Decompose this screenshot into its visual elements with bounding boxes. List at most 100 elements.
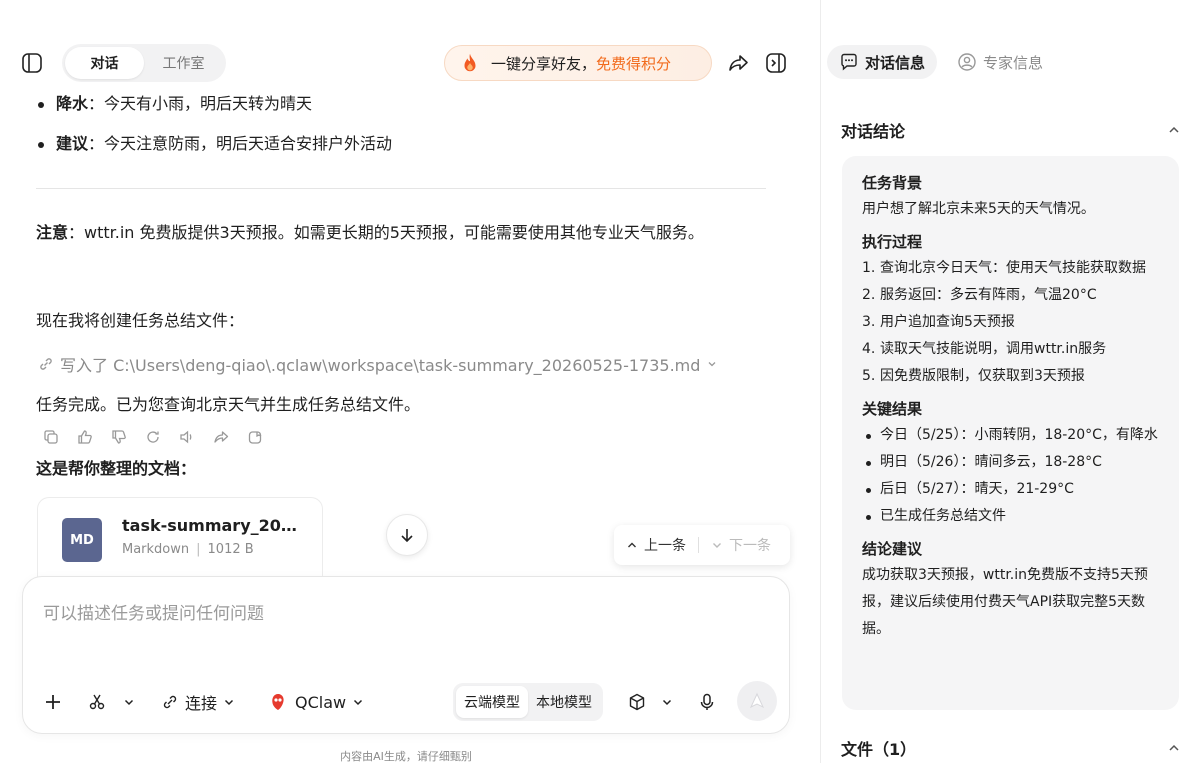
result-item: 今日（5/25）：小雨转阴，18-20°C，有降水 [880, 427, 1158, 443]
process-step: 服务返回：多云有阵雨，气温20°C [880, 287, 1097, 303]
doc-card[interactable]: MD task-summary_20… Markdown | 1012 B [37, 497, 323, 577]
result-item: 已生成任务总结文件 [880, 508, 1006, 524]
docs-title: 这是帮你整理的文档： [36, 459, 197, 478]
share-highlight: 免费得积分 [596, 54, 672, 73]
share-icon[interactable] [724, 49, 752, 77]
background-title: 任务背景 [862, 174, 923, 192]
tool-call-text: 写入了 C:\Users\deng-qiao\.qclaw\workspace\… [60, 356, 701, 375]
message-list: 降水：今天有小雨，明后天转为晴天 建议：今天注意防雨，明后天适合安排户外活动 [36, 90, 766, 160]
qclaw-logo-icon [272, 694, 284, 710]
panel-toggle-icon[interactable] [762, 49, 790, 77]
scroll-to-bottom-button[interactable] [386, 514, 428, 556]
message-actions [42, 428, 264, 446]
scissors-icon [89, 694, 105, 710]
link-icon [40, 358, 52, 370]
list-item: 已生成任务总结文件 [862, 503, 1159, 530]
process-step: 因免费版限制，仅获取到3天预报 [880, 368, 1085, 384]
files-header[interactable]: 文件（1） [841, 736, 1181, 760]
info-panel: 对话信息 专家信息 对话结论 任务背景 用户想了解北京未来5天的天气情况。 执行… [820, 0, 1200, 763]
doc-size: 1012 B [207, 542, 254, 557]
share-banner-button[interactable]: 一键分享好友， 免费得积分 [444, 45, 712, 81]
result-item: 后日（5/27）：晴天，21-29°C [880, 481, 1074, 497]
add-button[interactable] [43, 685, 63, 719]
send-button[interactable] [737, 681, 777, 721]
message-nav: 上一条 下一条 [614, 525, 790, 565]
chevron-down-icon [224, 699, 234, 706]
link-icon [163, 695, 177, 709]
tab-studio[interactable]: 工作室 [144, 47, 223, 79]
info-tabs: 对话信息 专家信息 [827, 45, 1055, 79]
creating-text: 现在我将创建任务总结文件： [36, 311, 245, 330]
process-step: 用户追加查询5天预报 [880, 314, 1015, 330]
bullet-key: 建议 [56, 134, 89, 153]
forward-icon[interactable] [212, 428, 230, 446]
save-note-icon[interactable] [246, 428, 264, 446]
next-label: 下一条 [729, 538, 771, 554]
process-step: 读取天气技能说明，调用wttr.in服务 [880, 341, 1107, 357]
model-option-local[interactable]: 本地模型 [528, 686, 600, 718]
tool-call-row[interactable]: 写入了 C:\Users\deng-qiao\.qclaw\workspace\… [38, 352, 718, 376]
voice-input-button[interactable] [697, 685, 717, 719]
model-settings-dropdown[interactable] [627, 685, 673, 719]
list-item: 2. 服务返回：多云有阵雨，气温20°C [862, 282, 1159, 309]
process-step: 查询北京今日天气：使用天气技能获取数据 [880, 260, 1146, 276]
user-icon [958, 53, 976, 71]
composer: 可以描述任务或提问任何问题 连接 QClaw 云端模型 本地模型 [22, 576, 790, 734]
chevron-down-icon [662, 699, 672, 706]
list-item: 明日（5/26）：晴间多云，18-28°C [862, 449, 1159, 476]
tab-chat-info-label: 对话信息 [865, 53, 926, 72]
prev-message-button[interactable]: 上一条 [614, 535, 698, 555]
regenerate-icon[interactable] [144, 428, 162, 446]
chevron-up-icon [628, 542, 636, 548]
plus-icon [46, 695, 60, 709]
doc-type: Markdown [122, 542, 190, 557]
conclusion-title: 对话结论 [841, 122, 906, 141]
advice-title: 结论建议 [862, 540, 923, 558]
markdown-file-icon: MD [62, 518, 102, 562]
list-item: 今日（5/25）：小雨转阴，18-20°C，有降水 [862, 422, 1159, 449]
thumbs-down-icon[interactable] [110, 428, 128, 446]
chat-pane: 对话 工作室 一键分享好友， 免费得积分 降水：今天有小雨，明后天转为晴天 建议… [0, 0, 820, 763]
model-switch: 云端模型 本地模型 [453, 683, 603, 721]
skills-dropdown[interactable] [87, 685, 135, 719]
note-text: ：wttr.in 免费版提供3天预报。如需更长期的5天预报，可能需要使用其他专业… [68, 223, 704, 242]
bullet-text: ：今天有小雨，明后天转为晴天 [88, 94, 313, 113]
connect-dropdown[interactable]: 连接 [161, 685, 235, 719]
divider [36, 188, 766, 189]
composer-input[interactable]: 可以描述任务或提问任何问题 [43, 599, 264, 624]
doc-meta: Markdown | 1012 B [122, 542, 254, 557]
copy-icon[interactable] [42, 428, 60, 446]
done-text: 任务完成。已为您查询北京天气并生成任务总结文件。 [36, 395, 421, 414]
results-title: 关键结果 [862, 400, 923, 418]
chat-bubble-icon [841, 53, 857, 71]
agent-dropdown[interactable]: QClaw [267, 685, 364, 719]
note-paragraph: 注意：wttr.in 免费版提供3天预报。如需更长期的5天预报，可能需要使用其他… [36, 218, 766, 248]
thumbs-up-icon[interactable] [76, 428, 94, 446]
mode-switch: 对话 工作室 [62, 44, 226, 82]
connect-label: 连接 [185, 694, 218, 713]
doc-name: task-summary_20… [122, 516, 297, 535]
tab-expert-info[interactable]: 专家信息 [945, 45, 1055, 79]
fire-icon [464, 53, 476, 72]
ai-disclaimer: 内容由AI生成，请仔细甄别 [340, 750, 472, 763]
list-item: 建议：今天注意防雨，明后天适合安排户外活动 [36, 130, 766, 160]
list-item: 5. 因免费版限制，仅获取到3天预报 [862, 363, 1159, 390]
tab-chat[interactable]: 对话 [65, 47, 144, 79]
conclusion-card: 任务背景 用户想了解北京未来5天的天气情况。 执行过程 1. 查询北京今日天气：使… [842, 156, 1179, 710]
background-text: 用户想了解北京未来5天的天气情况。 [862, 201, 1095, 217]
tab-chat-info[interactable]: 对话信息 [827, 45, 938, 79]
next-message-button[interactable]: 下一条 [699, 535, 783, 555]
chevron-up-icon [1169, 744, 1179, 751]
conclusion-header[interactable]: 对话结论 [841, 118, 1181, 142]
chevron-up-icon [1169, 126, 1179, 133]
arrow-down-icon [401, 529, 413, 543]
read-aloud-icon[interactable] [178, 428, 196, 446]
cube-icon [629, 693, 645, 711]
note-key: 注意 [36, 223, 69, 242]
send-arrow-icon [749, 692, 765, 709]
share-text: 一键分享好友， [491, 54, 597, 73]
model-option-cloud[interactable]: 云端模型 [456, 686, 528, 718]
list-item: 后日（5/27）：晴天，21-29°C [862, 476, 1159, 503]
agent-label: QClaw [295, 692, 347, 712]
sidebar-toggle-icon[interactable] [18, 49, 46, 77]
